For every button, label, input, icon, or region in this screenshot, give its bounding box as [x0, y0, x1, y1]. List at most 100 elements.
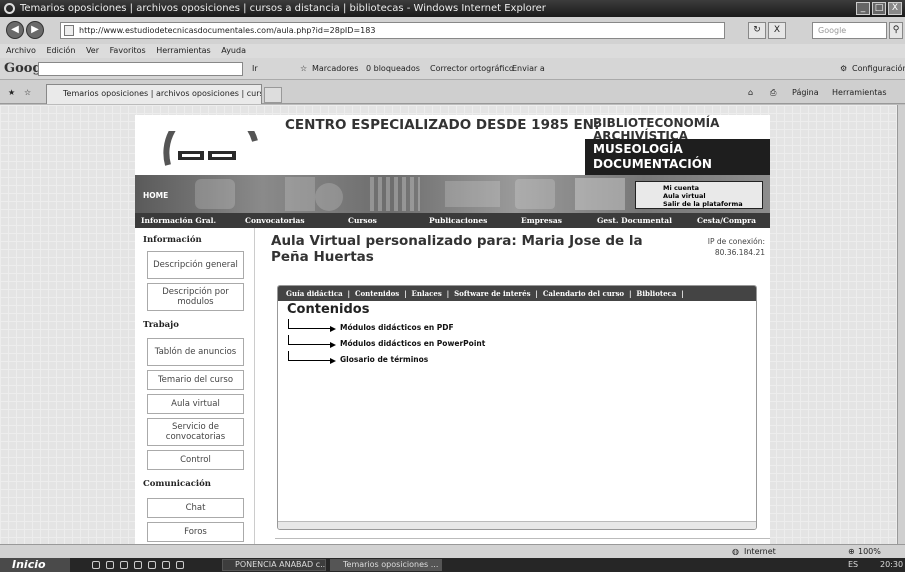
nav-cesta-compra[interactable]: Cesta/Compra	[697, 213, 756, 228]
tab-software[interactable]: Software de interés	[454, 289, 530, 298]
menu-ayuda[interactable]: Ayuda	[221, 46, 246, 55]
panel-title: Contenidos	[287, 302, 370, 317]
vertical-scrollbar[interactable]	[897, 105, 905, 544]
menu-edicion[interactable]: Edición	[46, 46, 75, 55]
panel-footer	[278, 521, 756, 529]
fields-dark: MUSEOLOGÍA DOCUMENTACIÓN	[585, 139, 770, 175]
tab-calendario[interactable]: Calendario del curso	[543, 289, 624, 298]
search-input[interactable]: Google	[812, 22, 887, 39]
quicklaunch-ie-icon[interactable]	[92, 561, 100, 569]
sidebar-section-informacion: Información	[143, 235, 202, 245]
bookmarks-button[interactable]: Marcadores	[312, 64, 358, 73]
google-search-input[interactable]	[38, 62, 243, 76]
sidebar-item-chat[interactable]: Chat	[147, 498, 244, 518]
forward-button[interactable]: ▶	[26, 21, 44, 39]
add-favorites-icon[interactable]: ☆	[24, 88, 31, 97]
quicklaunch-desktop-icon[interactable]	[106, 561, 114, 569]
logout-link[interactable]: Salir de la plataforma	[663, 200, 762, 208]
tab-enlaces[interactable]: Enlaces	[412, 289, 442, 298]
arrow-icon	[288, 335, 336, 348]
close-button[interactable]: X	[888, 2, 902, 15]
sidebar-item-aula-virtual[interactable]: Aula virtual	[147, 394, 244, 414]
virtual-classroom-link[interactable]: Aula virtual	[663, 192, 762, 200]
send-to-button[interactable]: Enviar a	[512, 64, 545, 73]
site-container: CENTRO ESPECIALIZADO DESDE 1985 EN: BIBL…	[135, 115, 770, 544]
page-icon	[64, 25, 74, 36]
field-museologia: MUSEOLOGÍA	[593, 142, 683, 156]
new-tab-button[interactable]	[264, 87, 282, 103]
quicklaunch-extra-icon[interactable]	[176, 561, 184, 569]
zoom-level[interactable]: 100%	[858, 545, 881, 558]
minimize-button[interactable]: _	[856, 2, 870, 15]
task-ponencia[interactable]: PONENCIA ANABAD c...	[222, 559, 326, 571]
quicklaunch-explorer-icon[interactable]	[134, 561, 142, 569]
address-row: ◀ ▶ http://www.estudiodetecnicasdocument…	[0, 17, 905, 44]
nav-cursos[interactable]: Cursos	[348, 213, 377, 228]
nav-convocatorias[interactable]: Convocatorias	[245, 213, 305, 228]
browser-tab[interactable]: Temarios oposiciones | archivos oposicio…	[46, 84, 262, 104]
page-menu[interactable]: Página	[792, 88, 819, 97]
google-go-button[interactable]: Ir	[252, 64, 258, 73]
menu-ver[interactable]: Ver	[86, 46, 99, 55]
ip-value: 80.36.184.21	[714, 248, 765, 257]
sidebar-item-tablon[interactable]: Tablón de anuncios	[147, 338, 244, 366]
link-modulos-pdf[interactable]: Módulos didácticos en PDF	[340, 323, 454, 332]
tab-guia-didactica[interactable]: Guía didáctica	[286, 289, 343, 298]
sidebar-item-descripcion-modulos[interactable]: Descripción por modulos	[147, 283, 244, 311]
settings-button[interactable]: Configuración	[852, 64, 905, 73]
start-button[interactable]: Inicio	[0, 558, 70, 572]
tab-biblioteca[interactable]: Biblioteca	[636, 289, 676, 298]
back-button[interactable]: ◀	[6, 21, 24, 39]
refresh-button[interactable]: ↻	[748, 22, 766, 39]
stop-button[interactable]: X	[768, 22, 786, 39]
sidebar-section-comunicacion: Comunicación	[143, 479, 211, 489]
globe-icon: ◍	[732, 547, 739, 556]
print-icon[interactable]: ⎙	[770, 88, 776, 98]
arrow-icon	[288, 319, 336, 332]
address-input[interactable]: http://www.estudiodetecnicasdocumentales…	[60, 22, 725, 39]
nav-informacion[interactable]: Información Gral.	[141, 213, 216, 228]
page-viewport: CENTRO ESPECIALIZADO DESDE 1985 EN: BIBL…	[0, 105, 897, 544]
content-panel: Guía didáctica | Contenidos | Enlaces | …	[277, 285, 757, 530]
language-indicator[interactable]: ES	[848, 558, 858, 572]
nav-publicaciones[interactable]: Publicaciones	[429, 213, 487, 228]
sidebar-item-control[interactable]: Control	[147, 450, 244, 470]
sidebar-item-convocatorias[interactable]: Servicio de convocatorias	[147, 418, 244, 446]
sidebar-item-temario[interactable]: Temario del curso	[147, 370, 244, 390]
menu-archivo[interactable]: Archivo	[6, 46, 36, 55]
quicklaunch-media-icon[interactable]	[120, 561, 128, 569]
ie-icon	[4, 3, 15, 14]
spellcheck-button[interactable]: Corrector ortográfico	[430, 64, 514, 73]
maximize-button[interactable]: □	[872, 2, 886, 15]
address-url: http://www.estudiodetecnicasdocumentales…	[79, 26, 376, 35]
sidebar-item-descripcion-general[interactable]: Descripción general	[147, 251, 244, 279]
tools-menu[interactable]: Herramientas	[832, 88, 887, 97]
gear-icon[interactable]: ⚙	[840, 64, 847, 73]
panel-tabs: Guía didáctica | Contenidos | Enlaces | …	[278, 286, 756, 301]
popup-blocked-button[interactable]: 0 bloqueados	[366, 64, 420, 73]
link-glosario[interactable]: Glosario de términos	[340, 355, 428, 364]
nav-gest-documental[interactable]: Gest. Documental	[597, 213, 672, 228]
nav-empresas[interactable]: Empresas	[521, 213, 562, 228]
task-temarios[interactable]: Temarios oposiciones ...	[330, 559, 442, 571]
search-icon[interactable]: ⚲	[889, 22, 903, 39]
photo-banner: HOME Mi cuenta Aula virtual Salir de la …	[135, 175, 770, 213]
sidebar-item-foros[interactable]: Foros	[147, 522, 244, 542]
my-account-link[interactable]: Mi cuenta	[663, 184, 762, 192]
sidebar: Información Descripción general Descripc…	[135, 228, 255, 544]
clock: 20:30	[880, 560, 904, 569]
sidebar-section-trabajo: Trabajo	[143, 320, 179, 330]
tab-contenidos[interactable]: Contenidos	[355, 289, 399, 298]
favorites-star-icon[interactable]: ★	[8, 88, 15, 97]
quicklaunch-app-icon[interactable]	[162, 561, 170, 569]
quicklaunch-messenger-icon[interactable]	[148, 561, 156, 569]
window-titlebar: Temarios oposiciones | archivos oposicio…	[0, 0, 905, 17]
home-icon[interactable]: ⌂	[748, 88, 753, 97]
home-link[interactable]: HOME	[143, 191, 168, 200]
menu-herramientas[interactable]: Herramientas	[156, 46, 211, 55]
divider	[275, 538, 770, 539]
menu-favoritos[interactable]: Favoritos	[110, 46, 146, 55]
star-icon[interactable]: ☆	[300, 64, 307, 73]
tab-bar: ★ ☆ Temarios oposiciones | archivos opos…	[0, 80, 905, 104]
link-modulos-powerpoint[interactable]: Módulos didácticos en PowerPoint	[340, 339, 485, 348]
